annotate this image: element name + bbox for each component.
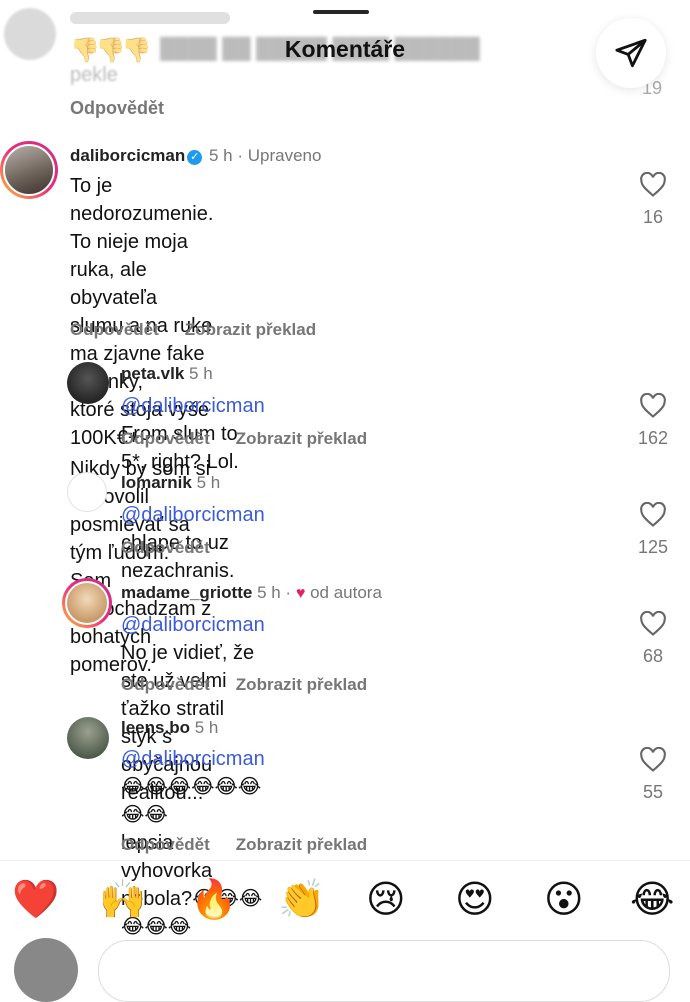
emoji-crying[interactable]: 😢 bbox=[366, 872, 406, 928]
comment-username[interactable]: daliborcicman ✓ 5 h · Upraveno bbox=[70, 146, 321, 166]
emoji-laughing[interactable]: 😂 bbox=[630, 872, 674, 928]
translate-button[interactable]: Zobrazit překlad bbox=[236, 429, 367, 448]
avatar[interactable] bbox=[67, 362, 109, 404]
translate-button[interactable]: Zobrazit překlad bbox=[236, 835, 367, 854]
emoji-heart-eyes[interactable]: 😍 bbox=[455, 872, 495, 928]
comment-actions: Odpovědět bbox=[121, 538, 236, 558]
emoji-clapping[interactable]: 👏 bbox=[278, 872, 325, 928]
comment-text: @daliborcicman 😂😂😂😂😂😂😂😂 lepsia vyhovorka… bbox=[121, 748, 265, 966]
drag-handle[interactable] bbox=[313, 10, 369, 14]
heart-icon bbox=[640, 746, 666, 772]
comment-time: 5 h bbox=[196, 473, 221, 492]
verified-badge-icon: ✓ bbox=[187, 150, 203, 165]
emoji-surprised[interactable]: 😮 bbox=[544, 872, 584, 928]
send-icon bbox=[615, 38, 647, 68]
like-button[interactable]: 68 bbox=[633, 610, 673, 667]
comment-time: 5 h bbox=[194, 718, 219, 737]
mention-link[interactable]: @daliborcicman bbox=[121, 614, 265, 636]
liked-by-author-heart-icon: ♥ bbox=[295, 585, 306, 602]
current-user-avatar bbox=[14, 938, 78, 1002]
faded-username bbox=[70, 12, 230, 24]
reply-button[interactable]: Odpovědět bbox=[121, 835, 210, 854]
edited-label: · Upraveno bbox=[237, 146, 322, 165]
comment-actions: Odpovědět Zobrazit překlad bbox=[121, 675, 393, 695]
quick-emoji-bar: ❤️ 🙌 🔥 👏 😢 😍 😮 😂 bbox=[0, 872, 690, 928]
avatar[interactable] bbox=[67, 717, 109, 759]
heart-icon bbox=[640, 610, 666, 636]
comment-actions: Odpovědět Zobrazit překlad bbox=[121, 835, 393, 855]
mention-link[interactable]: @daliborcicman bbox=[121, 395, 265, 417]
like-button[interactable]: 125 bbox=[633, 501, 673, 558]
reply-button[interactable]: Odpovědět bbox=[70, 320, 159, 339]
comment-username[interactable]: leens.bo 5 h bbox=[121, 718, 218, 738]
translate-button[interactable]: Zobrazit překlad bbox=[185, 320, 316, 339]
comment-actions: Odpovědět Zobrazit překlad bbox=[121, 429, 393, 449]
mention-link[interactable]: @daliborcicman bbox=[121, 504, 265, 526]
comment-time: 5 h bbox=[189, 364, 213, 383]
heart-icon bbox=[640, 171, 666, 197]
like-count: 16 bbox=[642, 207, 664, 227]
faded-text-line2: pekle bbox=[70, 64, 118, 86]
comment-time: 5 h bbox=[209, 146, 233, 165]
share-button[interactable] bbox=[596, 18, 666, 88]
divider bbox=[0, 860, 690, 861]
reply-button[interactable]: Odpovědět bbox=[121, 429, 210, 448]
like-count: 68 bbox=[642, 646, 664, 666]
reply-button[interactable]: Odpovědět bbox=[121, 538, 210, 557]
by-author-label: od autora bbox=[310, 583, 382, 602]
faded-previous-comment: 👎👎👎 ████ ██ █████ ████ ██████ pekle Odpo… bbox=[0, 0, 690, 130]
sheet-title: Komentáře bbox=[284, 36, 406, 62]
like-count: 125 bbox=[637, 537, 669, 557]
comment-time: 5 h · bbox=[257, 583, 292, 602]
comment-username[interactable]: lomarnik 5 h bbox=[121, 473, 220, 493]
heart-icon bbox=[640, 392, 666, 418]
faded-reply-button[interactable]: Odpovědět bbox=[70, 98, 164, 119]
like-button[interactable]: 162 bbox=[633, 392, 673, 449]
heart-icon bbox=[640, 501, 666, 527]
comment-username[interactable]: madame_griotte 5 h · ♥ od autora bbox=[121, 583, 382, 603]
emoji-heart[interactable]: ❤️ bbox=[12, 872, 59, 928]
like-button[interactable]: 55 bbox=[633, 746, 673, 803]
comment-actions: Odpovědět Zobrazit překlad bbox=[70, 320, 342, 340]
avatar[interactable] bbox=[62, 578, 112, 628]
translate-button[interactable]: Zobrazit překlad bbox=[236, 675, 367, 694]
like-count: 162 bbox=[637, 428, 669, 448]
like-count: 55 bbox=[642, 782, 664, 802]
avatar[interactable] bbox=[67, 472, 107, 512]
emoji-raised-hands[interactable]: 🙌 bbox=[99, 872, 146, 928]
emoji-fire[interactable]: 🔥 bbox=[190, 872, 237, 928]
mention-link[interactable]: @daliborcicman bbox=[121, 748, 265, 770]
comment-username[interactable]: peta.vlk 5 h bbox=[121, 364, 213, 384]
comment-input[interactable] bbox=[98, 940, 670, 1002]
avatar[interactable] bbox=[0, 141, 58, 199]
like-button[interactable]: 16 bbox=[633, 171, 673, 228]
reply-button[interactable]: Odpovědět bbox=[121, 675, 210, 694]
